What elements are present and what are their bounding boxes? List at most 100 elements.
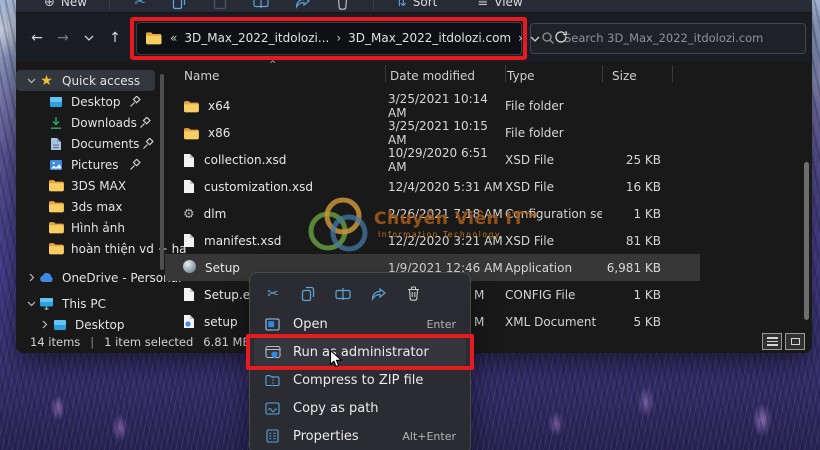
- address-dropdown-chevron[interactable]: [530, 31, 540, 45]
- refresh-button[interactable]: [554, 30, 568, 47]
- sidebar-item-3ds-max[interactable]: 3DS MAX: [16, 175, 165, 196]
- address-row: ← → ↑ « 3D_Max_2022_itdolozi... › 3D_Max…: [16, 14, 812, 62]
- share-icon[interactable]: [370, 287, 386, 301]
- breadcrumb-prefix: «: [170, 31, 177, 45]
- breadcrumb-parent[interactable]: 3D_Max_2022_itdolozi...: [184, 31, 329, 45]
- sidebar-item-quick-access[interactable]: ★Quick access: [16, 70, 155, 91]
- rename-icon: [253, 0, 269, 9]
- copy-button[interactable]: [172, 0, 187, 10]
- context-menu-item-copy-as-path[interactable]: Copy as path: [254, 394, 466, 422]
- column-header-size[interactable]: Size: [602, 69, 665, 83]
- file-name: setup: [204, 315, 238, 329]
- share-button[interactable]: [295, 0, 310, 9]
- paste-button[interactable]: [213, 0, 227, 10]
- context-menu-item-compress-to-zip-file[interactable]: Compress to ZIP file: [254, 366, 466, 394]
- rename-button[interactable]: [253, 0, 269, 9]
- context-menu-item-open[interactable]: OpenEnter: [254, 310, 466, 338]
- sort-button[interactable]: ⇅ Sort: [396, 0, 438, 10]
- folder-icon: [47, 221, 64, 234]
- file-size: 6,981 KB: [602, 261, 665, 275]
- sidebar-item-desktop[interactable]: Desktop: [16, 91, 165, 112]
- column-divider[interactable]: [505, 65, 506, 82]
- chevron-down-icon[interactable]: [25, 78, 38, 84]
- file-size: 25 KB: [602, 153, 665, 167]
- selection-info: 1 item selected: [104, 335, 193, 349]
- file-size: 81 KB: [602, 234, 665, 248]
- context-menu-item-run-as-administrator[interactable]: Run as administrator: [254, 338, 466, 366]
- delete-button[interactable]: [336, 0, 349, 10]
- file-icon: [183, 287, 195, 302]
- new-button-label: New: [61, 0, 87, 9]
- sidebar-item-3ds-max[interactable]: 3ds max: [16, 196, 165, 217]
- file-type: XSD File: [505, 180, 602, 194]
- context-menu-item-properties[interactable]: PropertiesAlt+Enter: [254, 422, 466, 450]
- column-header-date[interactable]: Date modified: [388, 69, 505, 83]
- zip-icon: [264, 374, 281, 387]
- folder-icon: [47, 179, 64, 192]
- chevron-right-icon[interactable]: [38, 320, 51, 329]
- search-input[interactable]: Search 3D_Max_2022_itdolozi.com: [530, 23, 806, 54]
- details-view-icon: [767, 337, 778, 346]
- cut-button[interactable]: ✂: [134, 0, 146, 9]
- icons-view-toggle[interactable]: [785, 333, 805, 350]
- sidebar-item-onedrive-personal[interactable]: OneDrive - Personal: [16, 267, 165, 288]
- view-button[interactable]: ≡ View: [477, 0, 522, 10]
- file-date: 10/29/2020 6:51 AM: [388, 146, 505, 174]
- sidebar-item-h-nh-nh[interactable]: Hình ảnh: [16, 217, 165, 238]
- file-date: 2/26/2021 7:18 AM: [388, 207, 505, 221]
- rename-icon[interactable]: [335, 287, 351, 301]
- copy-icon[interactable]: [300, 286, 316, 302]
- file-date: 12/2/2020 3:21 AM: [388, 234, 505, 248]
- cut-icon[interactable]: ✂: [265, 287, 281, 301]
- file-date: 12/4/2020 5:31 AM: [388, 180, 505, 194]
- admin-icon: [264, 345, 281, 360]
- copy-icon: [172, 0, 187, 10]
- column-header-name[interactable]: ^ Name: [165, 69, 388, 83]
- column-divider[interactable]: [672, 65, 673, 82]
- command-bar: ⊕ New ✂ ⇅ Sort ≡ View: [16, 0, 812, 13]
- file-row[interactable]: x643/25/2021 10:14 AMFile folder: [165, 92, 700, 119]
- paste-icon: [213, 0, 227, 10]
- item-count: 14 items: [30, 335, 80, 349]
- selection-size: 6.81 MB: [203, 335, 250, 349]
- context-menu-item-label: Compress to ZIP file: [293, 373, 423, 388]
- sidebar-item-label: Quick access: [62, 74, 140, 88]
- up-button[interactable]: ↑: [102, 30, 128, 46]
- file-icon: [183, 153, 195, 168]
- file-row[interactable]: ⚙dlm2/26/2021 7:18 AMConfiguration setti…: [165, 200, 700, 227]
- sidebar-item-downloads[interactable]: Downloads: [16, 112, 165, 133]
- folder-icon: [145, 31, 162, 45]
- sidebar: ★Quick accessDesktopDownloadsDocumentsPi…: [16, 62, 165, 331]
- file-pane-scrollbar[interactable]: [804, 162, 809, 320]
- forward-button[interactable]: →: [50, 30, 76, 46]
- chevron-down-icon[interactable]: [25, 301, 38, 307]
- column-header-type[interactable]: Type: [505, 69, 602, 83]
- column-divider[interactable]: [385, 65, 386, 82]
- back-button[interactable]: ←: [24, 30, 50, 46]
- app-icon: [183, 260, 196, 276]
- chevron-right-icon[interactable]: [25, 273, 38, 282]
- file-row[interactable]: customization.xsd12/4/2020 5:31 AMXSD Fi…: [165, 173, 700, 200]
- address-bar[interactable]: « 3D_Max_2022_itdolozi... › 3D_Max_2022_…: [136, 22, 522, 55]
- view-icon: ≡: [477, 0, 488, 10]
- toolbar-separator: [109, 0, 110, 10]
- new-button[interactable]: ⊕ New: [44, 0, 87, 10]
- file-size: 1 KB: [602, 288, 665, 302]
- breadcrumb-separator: ›: [518, 31, 523, 45]
- thispc-icon: [38, 297, 55, 310]
- sidebar-scrollbar[interactable]: [160, 74, 164, 270]
- column-divider[interactable]: [602, 65, 603, 82]
- sidebar-item-label: Desktop: [75, 318, 125, 332]
- sidebar-item-documents[interactable]: Documents: [16, 133, 165, 154]
- details-view-toggle[interactable]: [762, 333, 782, 350]
- sidebar-item-ho-n-thi-n-vd-ha[interactable]: hoàn thiện vd + ha: [16, 238, 165, 259]
- recent-locations-chevron[interactable]: [76, 30, 102, 46]
- sidebar-item-this-pc[interactable]: This PC: [16, 293, 165, 314]
- file-row[interactable]: collection.xsd10/29/2020 6:51 AMXSD File…: [165, 146, 700, 173]
- breadcrumb-current[interactable]: 3D_Max_2022_itdolozi.com: [348, 31, 511, 45]
- pin-icon: [126, 96, 143, 108]
- sidebar-item-pictures[interactable]: Pictures: [16, 154, 165, 175]
- file-row[interactable]: x863/25/2021 10:15 AMFile folder: [165, 119, 700, 146]
- file-row[interactable]: manifest.xsd12/2/2020 3:21 AMXSD File81 …: [165, 227, 700, 254]
- delete-icon[interactable]: [405, 286, 421, 301]
